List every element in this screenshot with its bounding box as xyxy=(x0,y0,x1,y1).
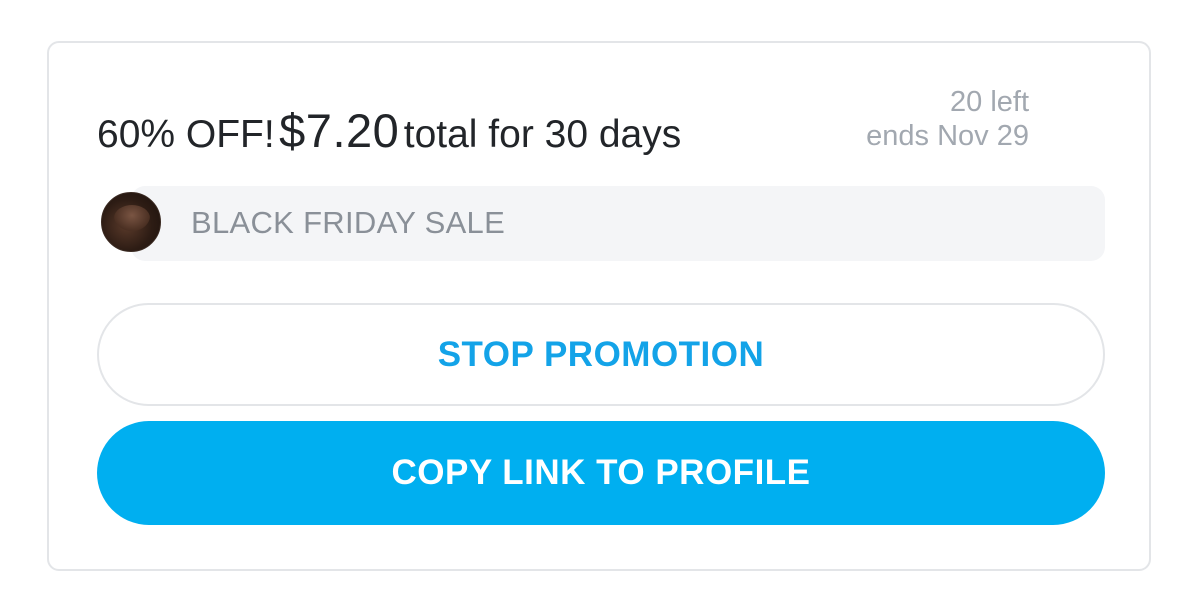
promotion-meta: 20 left ends Nov 29 xyxy=(866,85,1029,153)
discount-label: 60% OFF! xyxy=(97,113,275,156)
promotion-message: BLACK FRIDAY SALE xyxy=(97,186,1105,261)
remaining-count: 20 left xyxy=(950,86,1029,118)
promotion-price: $7.20 xyxy=(279,104,400,157)
promotion-headline: 60% OFF! $7.20 total for 30 days xyxy=(97,103,681,158)
duration-label: total for 30 days xyxy=(403,113,682,156)
end-date: ends Nov 29 xyxy=(866,120,1029,152)
copy-link-button[interactable]: COPY LINK TO PROFILE xyxy=(97,421,1105,525)
message-text: BLACK FRIDAY SALE xyxy=(191,205,506,240)
avatar-image xyxy=(114,205,150,231)
promotion-card: 60% OFF! $7.20 total for 30 days 20 left… xyxy=(47,41,1151,571)
stop-promotion-button[interactable]: STOP PROMOTION xyxy=(97,303,1105,406)
avatar xyxy=(101,192,161,252)
